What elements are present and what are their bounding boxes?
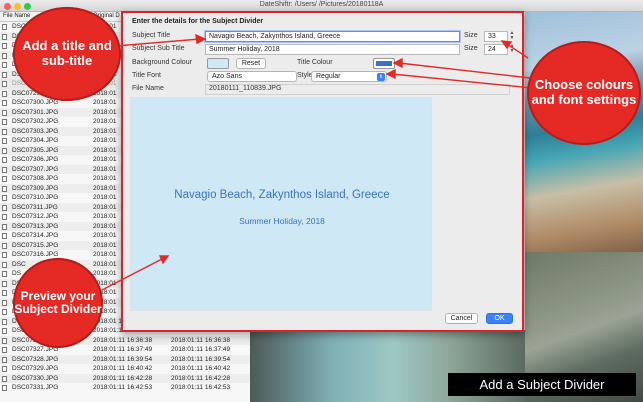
arrow-to-title-colour (398, 62, 531, 79)
arrow-to-title (115, 38, 201, 47)
callout-add-title: Add a title and sub-title (13, 7, 121, 101)
caption-banner: Add a Subject Divider (448, 373, 636, 396)
callout-colours: Choose colours and font settings (527, 41, 641, 145)
arrow-to-preview (101, 257, 165, 291)
callout-preview: Preview your Subject Divider (13, 258, 103, 348)
arrow-to-size (506, 43, 529, 59)
